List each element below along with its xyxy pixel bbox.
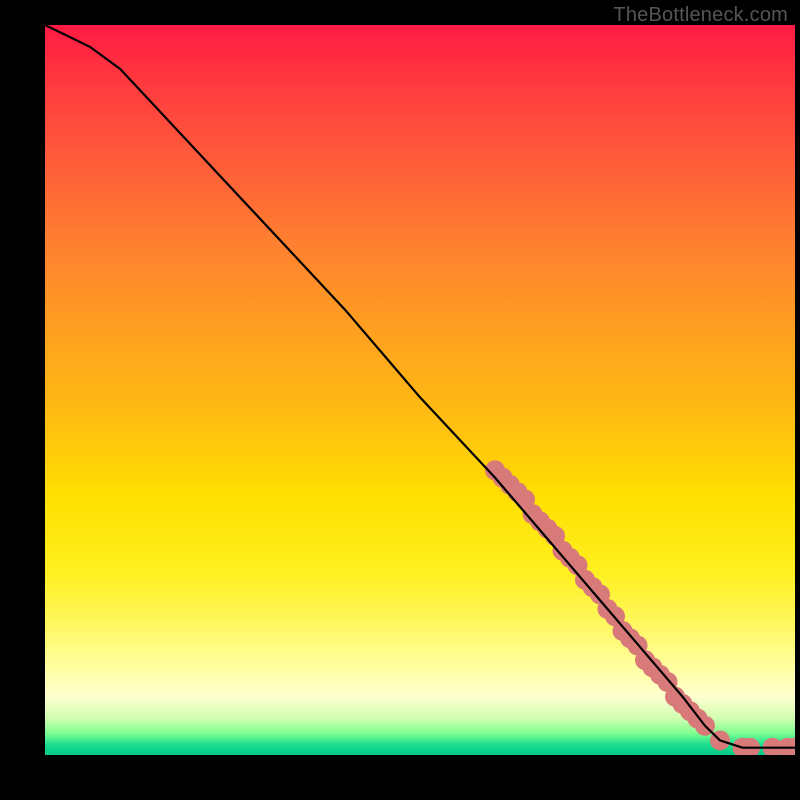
data-markers xyxy=(485,460,795,755)
chart-plot-area xyxy=(45,25,795,755)
watermark-text: TheBottleneck.com xyxy=(613,4,788,27)
chart-curve xyxy=(45,25,795,748)
chart-svg xyxy=(45,25,795,755)
